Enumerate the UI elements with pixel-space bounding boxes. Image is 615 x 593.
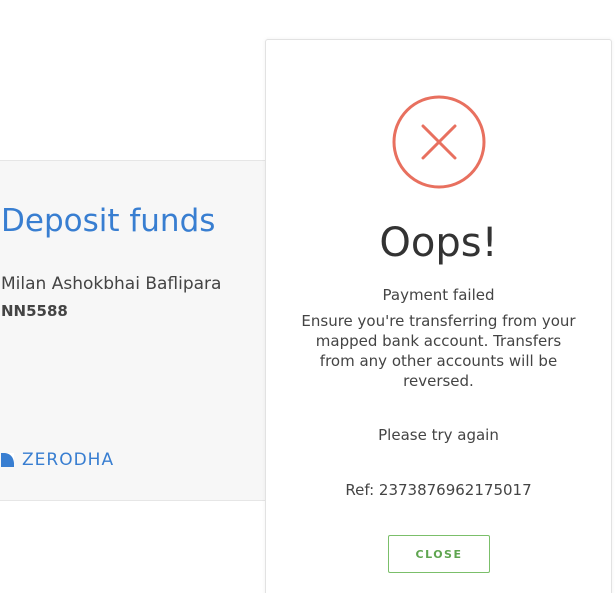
account-name: Milan Ashokbhai Baflipara (1, 274, 222, 294)
error-heading: Oops! (379, 220, 498, 266)
payment-status-modal: Oops! Payment failed Ensure you're trans… (265, 39, 612, 593)
deposit-panel: Deposit funds Milan Ashokbhai Baflipara … (0, 160, 266, 501)
retry-hint: Please try again (378, 426, 499, 444)
zerodha-logo-icon (1, 453, 14, 467)
brand-logo: ZERODHA (1, 450, 114, 470)
brand-name: ZERODHA (22, 450, 115, 470)
close-button[interactable]: CLOSE (388, 535, 490, 573)
close-circle-icon (392, 95, 486, 189)
payment-status: Payment failed (382, 286, 495, 304)
page: Deposit funds Milan Ashokbhai Baflipara … (0, 0, 615, 593)
reference-number: Ref: 2373876962175017 (345, 481, 532, 499)
deposit-title: Deposit funds (1, 203, 216, 239)
account-id: NN5588 (1, 302, 68, 320)
error-message: Ensure you're transferring from your map… (301, 312, 576, 390)
